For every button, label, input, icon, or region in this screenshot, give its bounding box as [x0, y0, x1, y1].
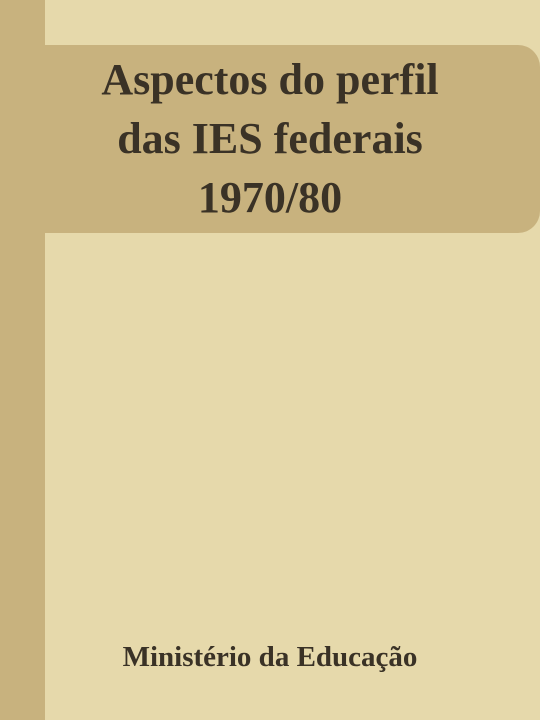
book-title: Aspectos do perfil das IES federais 1970… [0, 50, 540, 227]
book-author: Ministério da Educação [122, 641, 418, 673]
title-line-3: 1970/80 [197, 173, 343, 222]
book-cover: Aspectos do perfil das IES federais 1970… [0, 0, 540, 720]
title-line-1: Aspectos do perfil [101, 55, 439, 104]
title-line-2: das IES federais [117, 114, 423, 163]
